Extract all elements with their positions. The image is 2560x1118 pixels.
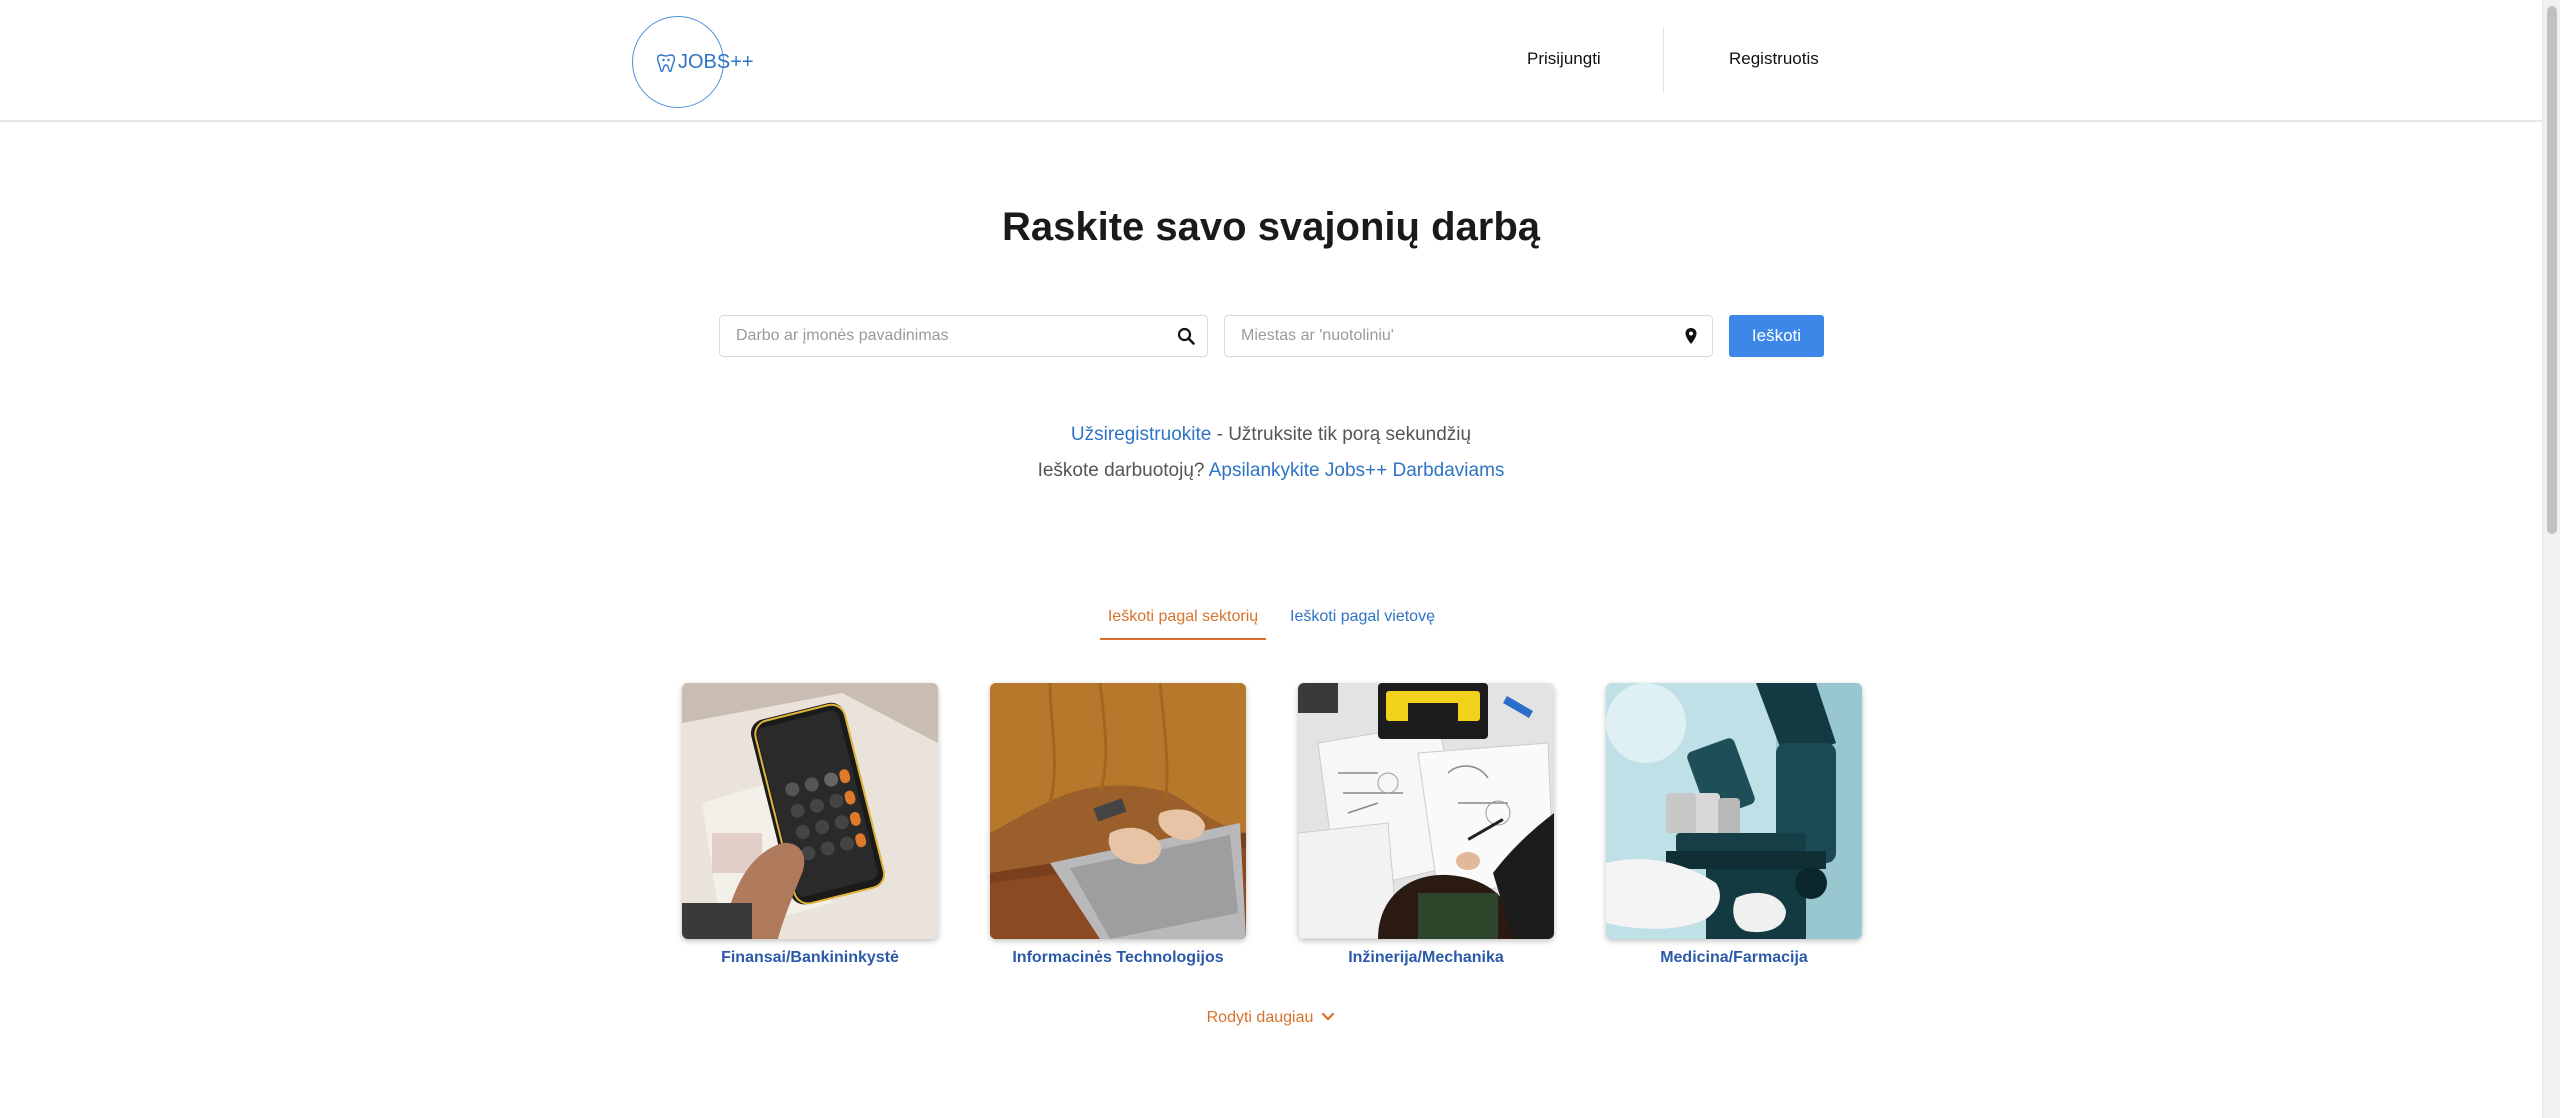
microscope-image [1606, 683, 1862, 939]
search-icon[interactable] [1177, 327, 1195, 345]
page-scrollbar[interactable] [2542, 0, 2560, 1118]
scrollbar-thumb[interactable] [2547, 6, 2557, 534]
register-now-link[interactable]: Užsiregistruokite [1071, 424, 1211, 445]
sector-card-finance[interactable]: Finansai/Bankininkystė [682, 683, 938, 967]
register-info: Užsiregistruokite - Užtruksite tik porą … [0, 424, 2542, 446]
job-search-field [719, 315, 1208, 357]
show-more-label: Rodyti daugiau [1206, 1009, 1314, 1026]
tooth-icon [657, 53, 675, 72]
sector-label-finance: Finansai/Bankininkystė [721, 949, 899, 966]
chevron-down-icon [1321, 1009, 1335, 1027]
phone-calculator-image [682, 683, 938, 939]
employer-link[interactable]: Apsilankykite Jobs++ Darbdaviams [1209, 460, 1505, 481]
job-search-input[interactable] [720, 316, 1207, 356]
laptop-typing-image [990, 683, 1246, 939]
nav-divider [1663, 27, 1664, 93]
tab-search-by-sector[interactable]: Ieškoti pagal sektorių [1100, 608, 1266, 640]
sector-card-engineering[interactable]: Inžinerija/Mechanika [1298, 683, 1554, 967]
employer-info: Ieškote darbuotojų? Apsilankykite Jobs++… [0, 460, 2542, 482]
sector-label-engineering: Inžinerija/Mechanika [1348, 949, 1504, 966]
register-link[interactable]: Registruotis [1729, 49, 1819, 69]
sector-label-it: Informacinės Technologijos [1012, 949, 1224, 966]
login-link[interactable]: Prisijungti [1527, 49, 1601, 69]
tab-search-by-location[interactable]: Ieškoti pagal vietovę [1290, 608, 1435, 626]
sector-label-medicine: Medicina/Farmacija [1660, 949, 1808, 966]
show-more-button[interactable]: Rodyti daugiau [0, 1009, 2542, 1027]
city-search-input[interactable] [1225, 316, 1712, 356]
employer-info-text: Ieškote darbuotojų? [1037, 460, 1209, 481]
map-pin-icon[interactable] [1682, 327, 1700, 345]
site-header: JOBS++ Prisijungti Registruotis [0, 0, 2542, 122]
page-title: Raskite savo svajonių darbą [1001, 205, 1540, 249]
site-logo[interactable]: JOBS++ [632, 16, 754, 108]
search-button[interactable]: Ieškoti [1729, 315, 1824, 357]
sector-card-medicine[interactable]: Medicina/Farmacija [1606, 683, 1862, 967]
register-info-text: - Užtruksite tik porą sekundžių [1211, 424, 1472, 445]
logo-text: JOBS++ [678, 51, 754, 73]
logo-content: JOBS++ [657, 51, 754, 74]
engineering-drawings-image [1298, 683, 1554, 939]
city-search-field [1224, 315, 1713, 357]
sector-card-it[interactable]: Informacinės Technologijos [990, 683, 1246, 967]
